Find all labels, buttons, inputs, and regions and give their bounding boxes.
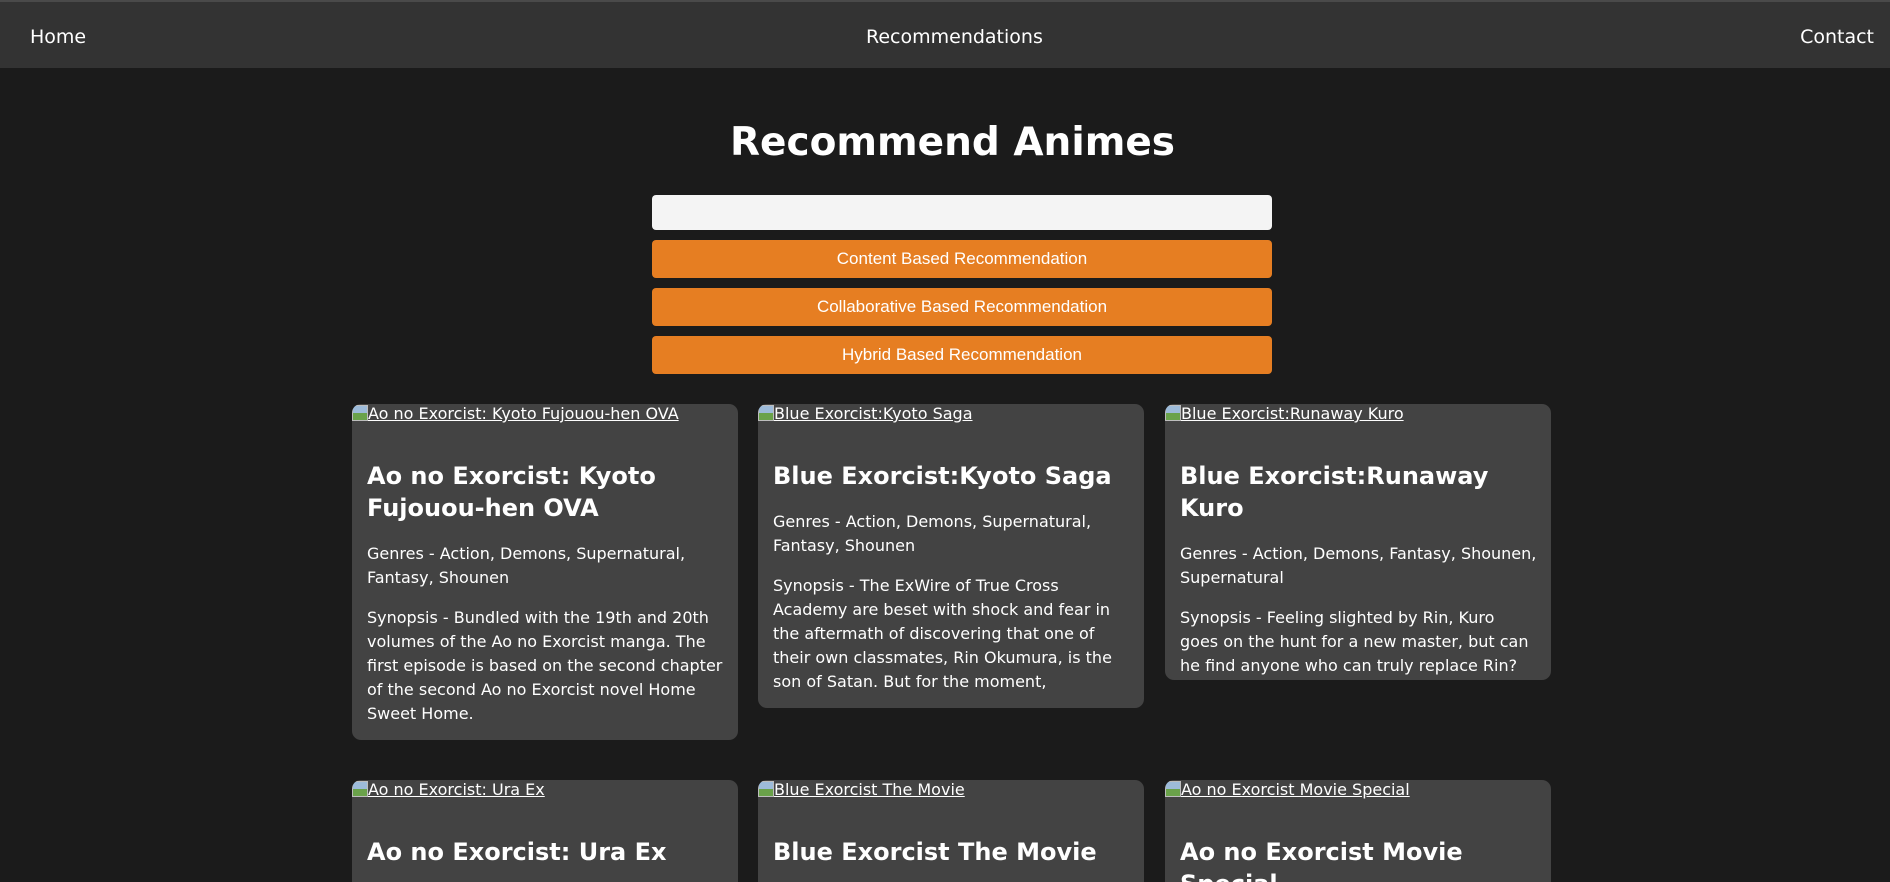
anime-image-alt: Ao no Exorcist: Kyoto Fujouou-hen OVA: [368, 404, 679, 423]
anime-image[interactable]: Blue Exorcist The Movie: [758, 780, 1144, 802]
anime-image-alt: Blue Exorcist:Kyoto Saga: [774, 404, 973, 423]
anime-genres: Genres - Action, Demons, Supernatural, F…: [773, 512, 1092, 555]
anime-search-input[interactable]: [652, 195, 1272, 230]
anime-image[interactable]: Ao no Exorcist: Ura Ex: [352, 780, 738, 802]
anime-card[interactable]: Blue Exorcist The Movie Blue Exorcist Th…: [758, 780, 1144, 882]
nav-recommendations-link[interactable]: Recommendations: [866, 26, 1043, 48]
anime-card[interactable]: Blue Exorcist:Kyoto Saga Blue Exorcist:K…: [758, 404, 1144, 708]
page-title: Recommend Animes: [730, 120, 1175, 165]
content-based-recommendation-button[interactable]: Content Based Recommendation: [652, 240, 1272, 278]
anime-image-alt: Blue Exorcist:Runaway Kuro: [1181, 404, 1404, 423]
anime-title: Blue Exorcist:Runaway Kuro: [1180, 462, 1489, 522]
collaborative-based-recommendation-button[interactable]: Collaborative Based Recommendation: [652, 288, 1272, 326]
broken-image-icon: [352, 781, 368, 797]
nav-contact-link[interactable]: Contact: [1800, 26, 1874, 48]
anime-genres: Genres - Action, Demons, Supernatural, F…: [367, 544, 686, 587]
anime-synopsis: Synopsis - Feeling slighted by Rin, Kuro…: [1180, 608, 1529, 675]
anime-image[interactable]: Ao no Exorcist: Kyoto Fujouou-hen OVA: [352, 404, 738, 426]
anime-image[interactable]: Blue Exorcist:Kyoto Saga: [758, 404, 1144, 426]
anime-card[interactable]: Ao no Exorcist: Kyoto Fujouou-hen OVA Ao…: [352, 404, 738, 740]
broken-image-icon: [352, 405, 368, 421]
anime-title: Ao no Exorcist Movie Special: [1180, 838, 1463, 882]
anime-card[interactable]: Ao no Exorcist: Ura Ex Ao no Exorcist: U…: [352, 780, 738, 882]
anime-title: Ao no Exorcist: Ura Ex: [367, 838, 667, 866]
anime-genres: Genres - Action, Demons, Fantasy, Shoune…: [1180, 544, 1537, 587]
anime-image-alt: Ao no Exorcist Movie Special: [1181, 780, 1410, 799]
anime-synopsis: Synopsis - The ExWire of True Cross Acad…: [773, 576, 1112, 691]
broken-image-icon: [758, 405, 774, 421]
anime-image[interactable]: Ao no Exorcist Movie Special: [1165, 780, 1551, 802]
anime-title: Blue Exorcist The Movie: [773, 838, 1097, 866]
navbar: Home Recommendations Contact: [0, 0, 1890, 68]
anime-title: Blue Exorcist:Kyoto Saga: [773, 462, 1112, 490]
anime-image-alt: Ao no Exorcist: Ura Ex: [368, 780, 545, 799]
hybrid-based-recommendation-button[interactable]: Hybrid Based Recommendation: [652, 336, 1272, 374]
anime-synopsis: Synopsis - Bundled with the 19th and 20t…: [367, 608, 723, 723]
anime-card[interactable]: Blue Exorcist:Runaway Kuro Blue Exorcist…: [1165, 404, 1551, 680]
anime-card[interactable]: Ao no Exorcist Movie Special Ao no Exorc…: [1165, 780, 1551, 882]
anime-image-alt: Blue Exorcist The Movie: [774, 780, 965, 799]
broken-image-icon: [1165, 781, 1181, 797]
broken-image-icon: [1165, 405, 1181, 421]
broken-image-icon: [758, 781, 774, 797]
anime-image[interactable]: Blue Exorcist:Runaway Kuro: [1165, 404, 1551, 426]
anime-title: Ao no Exorcist: Kyoto Fujouou-hen OVA: [367, 462, 656, 522]
nav-home-link[interactable]: Home: [30, 26, 86, 48]
